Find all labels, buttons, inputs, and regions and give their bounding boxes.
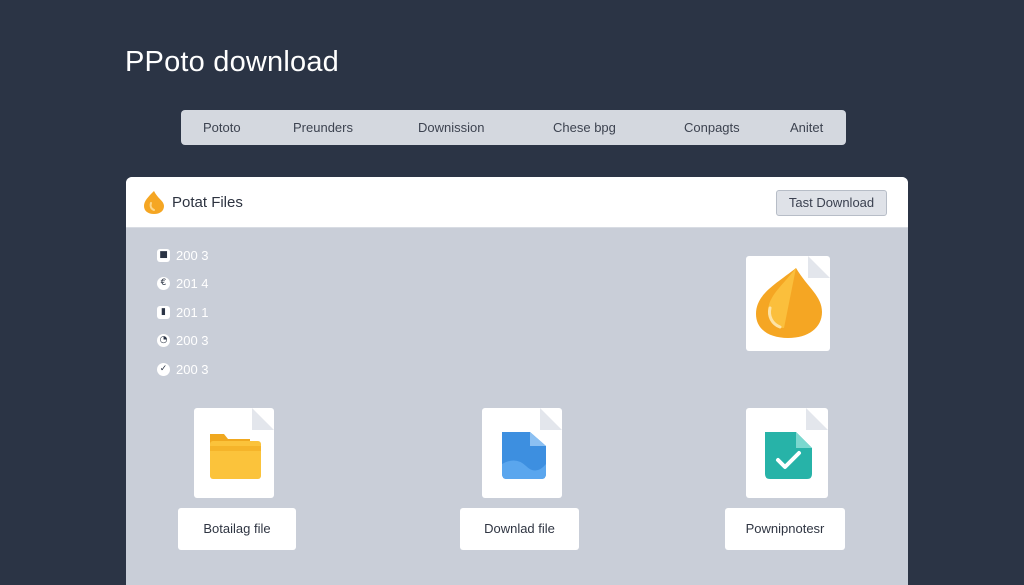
- nav-item-downission[interactable]: Downission: [418, 110, 484, 145]
- stop-icon: ■: [157, 248, 170, 262]
- botailag-file-button[interactable]: Botailag file: [178, 508, 296, 550]
- nav-item-preunders[interactable]: Preunders: [293, 110, 353, 145]
- year-label: 200 3: [176, 247, 209, 263]
- list-item[interactable]: ■ 200 3: [157, 241, 209, 270]
- preview-file-card[interactable]: [746, 256, 830, 351]
- nav-item-anitet[interactable]: Anitet: [790, 110, 823, 145]
- flame-icon: [756, 256, 830, 338]
- list-item[interactable]: € 201 4: [157, 270, 209, 299]
- download-file-button[interactable]: Downlad file: [460, 508, 579, 550]
- page-title: PPoto download: [125, 46, 340, 78]
- clock-icon: ◔: [157, 334, 170, 348]
- folder-file-card[interactable]: [194, 408, 274, 498]
- test-download-button[interactable]: Tast Download: [776, 190, 887, 216]
- files-panel: Potat Files Tast Download ■ 200 3 € 201 …: [126, 177, 908, 585]
- panel-title: Potat Files: [172, 194, 243, 211]
- nav-item-chese-bpg[interactable]: Chese bpg: [553, 110, 616, 145]
- year-list: ■ 200 3 € 201 4 ▮ 201 1 ◔ 200 3 ✓ 200 3: [157, 241, 209, 384]
- pownipnotesr-button[interactable]: Pownipnotesr: [725, 508, 845, 550]
- notes-file-card[interactable]: [746, 408, 828, 498]
- euro-icon: €: [157, 277, 170, 291]
- year-label: 200 3: [176, 333, 209, 349]
- download-file-card[interactable]: [482, 408, 562, 498]
- year-label: 201 1: [176, 304, 209, 320]
- year-label: 200 3: [176, 361, 209, 377]
- folder-icon: [210, 408, 274, 479]
- document-icon: [502, 408, 562, 479]
- panel-header: Potat Files Tast Download: [126, 177, 908, 228]
- list-item[interactable]: ✓ 200 3: [157, 355, 209, 384]
- top-navbar: Pototo Preunders Downission Chese bpg Co…: [181, 110, 846, 145]
- list-item[interactable]: ◔ 200 3: [157, 327, 209, 356]
- nav-item-conpagts[interactable]: Conpagts: [684, 110, 740, 145]
- check-file-icon: [765, 408, 828, 479]
- year-label: 201 4: [176, 276, 209, 292]
- lock-icon: ▮: [157, 305, 170, 319]
- flame-icon: [144, 191, 164, 214]
- nav-item-pototo[interactable]: Pototo: [203, 110, 241, 145]
- check-icon: ✓: [157, 362, 170, 376]
- list-item[interactable]: ▮ 201 1: [157, 298, 209, 327]
